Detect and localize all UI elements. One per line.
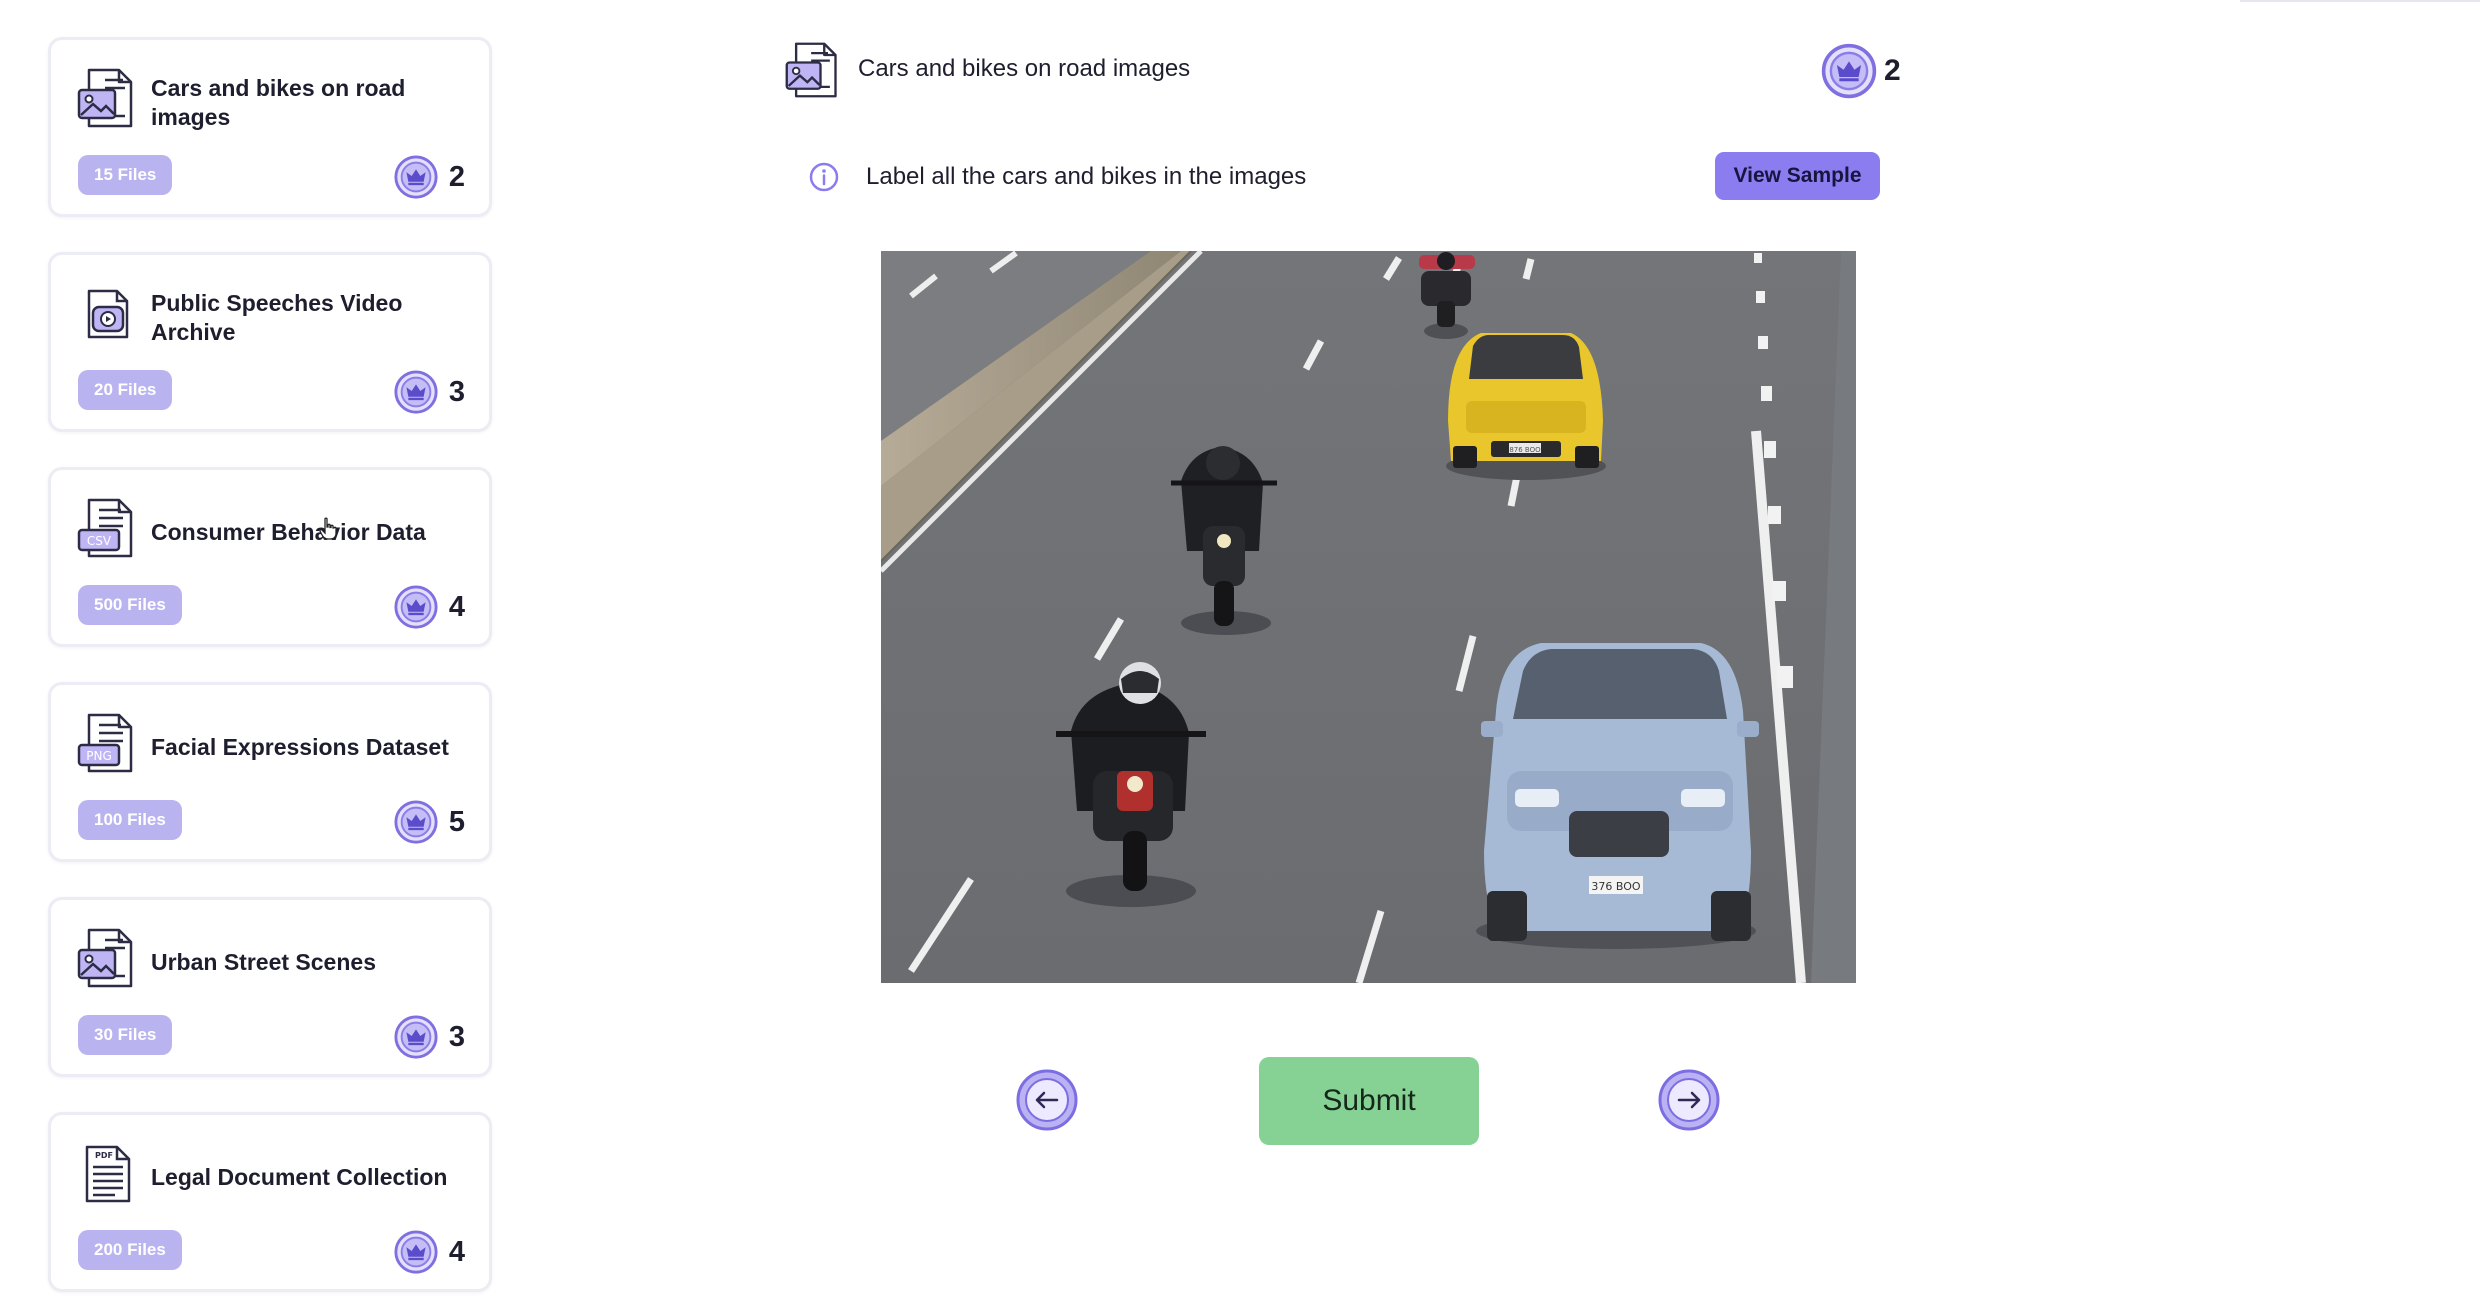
pdf-file-icon: PDF <box>85 1145 131 1203</box>
crown-coin-icon <box>394 1230 438 1274</box>
task-card-cars-and-bikes[interactable]: Cars and bikes on road images 15 Files 2 <box>48 37 492 217</box>
task-card-facial-expressions[interactable]: PNG Facial Expressions Dataset 100 Files… <box>48 682 492 862</box>
reward: 5 <box>393 798 465 846</box>
svg-text:CSV: CSV <box>87 534 112 548</box>
file-count-badge: 20 Files <box>78 370 173 410</box>
task-card-legal-documents[interactable]: PDF Legal Document Collection 200 Files … <box>48 1112 492 1292</box>
video-file-icon <box>87 289 129 339</box>
reward: 3 <box>393 1013 465 1061</box>
reward: 3 <box>393 368 465 416</box>
crown-coin-icon <box>1821 43 1877 99</box>
reward-value: 3 <box>448 375 465 408</box>
reward-value: 2 <box>1884 54 1901 87</box>
csv-file-icon: CSV <box>77 498 133 558</box>
task-title: Public Speeches Video Archive <box>151 290 403 345</box>
hand-cursor-icon <box>319 517 337 540</box>
task-image[interactable]: 376 BOO 876 BOO <box>881 251 1856 983</box>
reward-value: 5 <box>448 805 465 838</box>
crown-coin-icon <box>394 155 438 199</box>
task-title: Facial Expressions Dataset <box>151 734 449 760</box>
image-file-icon <box>77 68 133 128</box>
task-instruction: Label all the cars and bikes in the imag… <box>866 163 1307 190</box>
svg-text:876 BOO: 876 BOO <box>1509 446 1541 454</box>
next-button[interactable] <box>1657 1068 1721 1132</box>
info-icon <box>809 162 839 192</box>
file-count-badge: 30 Files <box>78 1015 173 1055</box>
page-title: Cars and bikes on road images <box>858 55 1191 82</box>
file-count-badge: 15 Files <box>78 155 173 195</box>
task-reward: 2 <box>1820 42 1901 100</box>
task-title: Legal Document Collection <box>151 1164 448 1190</box>
task-card-urban-street-scenes[interactable]: Urban Street Scenes 30 Files 3 <box>48 897 492 1077</box>
crown-coin-icon <box>394 1015 438 1059</box>
reward-value: 4 <box>448 590 465 623</box>
crown-coin-icon <box>394 370 438 414</box>
reward-value: 4 <box>448 1235 465 1268</box>
svg-text:376 BOO: 376 BOO <box>1591 880 1641 893</box>
file-count-badge: 100 Files <box>78 800 182 840</box>
task-title: Cars and bikes on road images <box>151 75 406 130</box>
task-title: Urban Street Scenes <box>151 949 376 975</box>
view-sample-button[interactable]: View Sample <box>1715 152 1880 200</box>
reward-value: 3 <box>448 1020 465 1053</box>
svg-text:PDF: PDF <box>95 1151 113 1160</box>
task-title: Consumer Behavior Data <box>151 519 426 545</box>
reward: 2 <box>393 153 465 201</box>
reward-value: 2 <box>448 160 465 193</box>
image-file-icon <box>77 928 133 988</box>
submit-button[interactable]: Submit <box>1259 1057 1479 1145</box>
crown-coin-icon <box>394 585 438 629</box>
previous-button[interactable] <box>1015 1068 1079 1132</box>
file-count-badge: 200 Files <box>78 1230 182 1270</box>
task-card-consumer-behavior[interactable]: CSV Consumer Behavior Data 500 Files 4 <box>48 467 492 647</box>
top-divider <box>2240 0 2480 2</box>
file-count-badge: 500 Files <box>78 585 182 625</box>
reward: 4 <box>393 583 465 631</box>
task-card-public-speeches[interactable]: Public Speeches Video Archive 20 Files 3 <box>48 252 492 432</box>
reward: 4 <box>393 1228 465 1276</box>
image-file-icon <box>785 42 837 98</box>
svg-text:PNG: PNG <box>86 749 112 763</box>
png-file-icon: PNG <box>77 713 133 773</box>
crown-coin-icon <box>394 800 438 844</box>
